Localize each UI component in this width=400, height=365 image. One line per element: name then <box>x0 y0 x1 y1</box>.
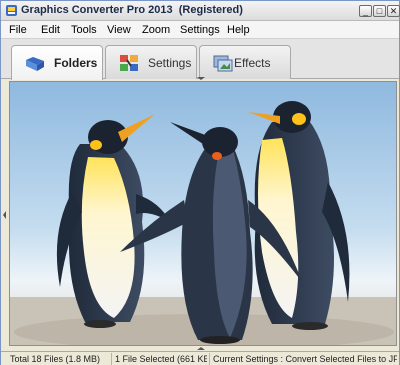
penguins-photo <box>10 82 396 345</box>
menu-bar: File Edit Tools View Zoom Settings Help <box>1 21 399 39</box>
menu-tools[interactable]: Tools <box>71 24 97 36</box>
maximize-button[interactable]: □ <box>373 5 386 17</box>
menu-file[interactable]: File <box>9 24 27 36</box>
folders-icon <box>26 57 44 71</box>
menu-edit[interactable]: Edit <box>41 24 60 36</box>
tab-folders-label: Folders <box>54 56 98 70</box>
tab-settings[interactable]: Settings <box>105 45 197 79</box>
splitter-left-arrow[interactable] <box>3 211 6 219</box>
splitter-down-arrow[interactable] <box>197 347 205 350</box>
tab-bar: Folders Settings Effects <box>1 39 399 80</box>
app-icon <box>6 5 17 16</box>
menu-settings[interactable]: Settings <box>180 24 220 36</box>
tab-effects[interactable]: Effects <box>199 45 291 79</box>
status-selected-files: 1 File Selected (661 KB) <box>111 353 207 365</box>
tab-effects-label: Effects <box>234 56 271 70</box>
splitter-up-arrow[interactable] <box>197 77 205 80</box>
registration-status: (Registered) <box>178 4 243 16</box>
minimize-button[interactable]: _ <box>359 5 372 17</box>
image-preview[interactable] <box>9 81 397 346</box>
menu-view[interactable]: View <box>107 24 131 36</box>
menu-help[interactable]: Help <box>227 24 250 36</box>
title-bar[interactable]: Graphics Converter Pro 2013 (Registered)… <box>1 1 400 21</box>
effects-icon <box>213 55 233 72</box>
app-window: Graphics Converter Pro 2013 (Registered)… <box>0 0 400 365</box>
status-current-settings: Current Settings : Convert Selected File… <box>209 353 397 365</box>
close-button[interactable]: ✕ <box>387 5 400 17</box>
settings-icon <box>120 55 138 71</box>
tab-settings-label: Settings <box>148 56 192 70</box>
menu-zoom[interactable]: Zoom <box>142 24 170 36</box>
window-title: Graphics Converter Pro 2013 (Registered) <box>21 4 243 16</box>
tab-folders[interactable]: Folders <box>11 45 103 80</box>
status-total-files: Total 18 Files (1.8 MB) <box>10 354 101 364</box>
status-bar: Total 18 Files (1.8 MB) 1 File Selected … <box>1 351 399 365</box>
